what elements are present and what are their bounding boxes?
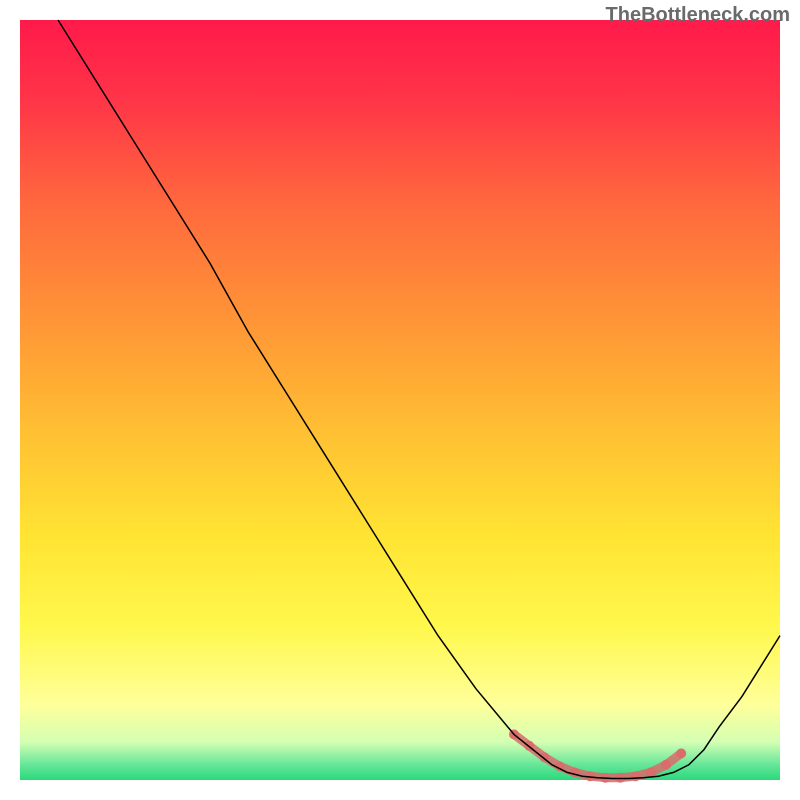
- chart-svg: [0, 0, 800, 800]
- watermark-text: TheBottleneck.com: [606, 4, 790, 27]
- chart-area: [0, 0, 800, 800]
- gradient-background: [20, 20, 780, 780]
